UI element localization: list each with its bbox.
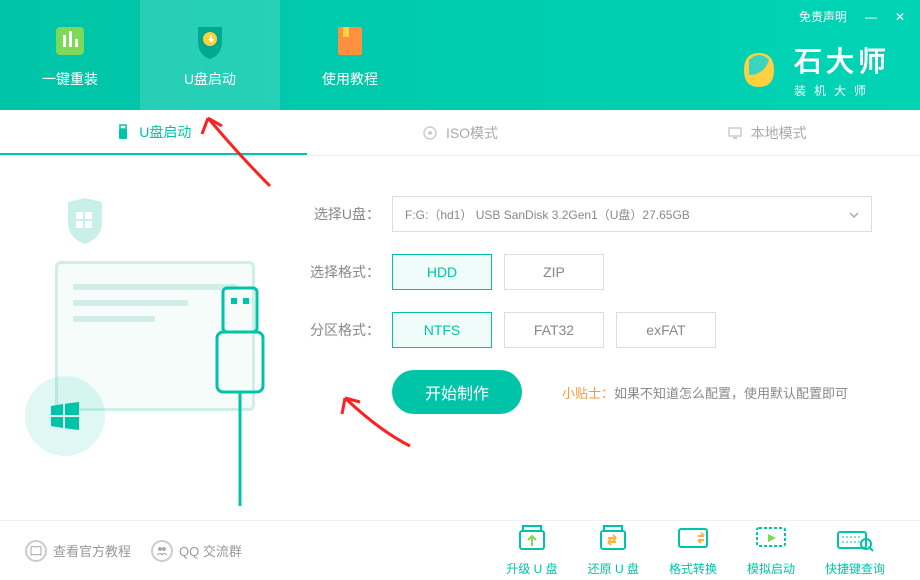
nav-tab-reinstall[interactable]: 一键重装: [0, 0, 140, 110]
label-partition-format: 分区格式：: [310, 320, 380, 340]
convert-icon: [674, 524, 712, 554]
tip-label: 小贴士：: [562, 386, 614, 401]
start-create-button[interactable]: 开始制作: [392, 370, 522, 414]
keyboard-search-icon: [836, 524, 874, 554]
subtab-label: ISO模式: [446, 123, 498, 143]
tool-restore-usb[interactable]: 还原 U 盘: [588, 524, 639, 577]
nav-label: U盘启动: [184, 69, 236, 89]
upgrade-usb-icon: [513, 524, 551, 554]
subtab-label: 本地模式: [751, 123, 807, 143]
main-nav: 一键重装 U盘启动 使用教程: [0, 0, 420, 110]
label-select-format: 选择格式：: [310, 262, 380, 282]
iso-icon: [422, 125, 438, 141]
nav-label: 使用教程: [322, 69, 378, 89]
subtab-local-mode[interactable]: 本地模式: [613, 110, 920, 155]
subtab-usb-boot[interactable]: U盘启动: [0, 110, 307, 155]
tool-format-convert[interactable]: 格式转换: [669, 524, 717, 577]
logo-title: 石大师: [794, 40, 890, 80]
disclaimer-link[interactable]: 免责声明: [799, 8, 847, 25]
subtab-iso-mode[interactable]: ISO模式: [307, 110, 614, 155]
tool-label: 还原 U 盘: [588, 560, 639, 577]
book-icon: [330, 21, 370, 61]
nav-tab-tutorial[interactable]: 使用教程: [280, 0, 420, 110]
footer-link-label: QQ 交流群: [179, 541, 242, 560]
footer-link-label: 查看官方教程: [53, 541, 131, 560]
tool-upgrade-usb[interactable]: 升级 U 盘: [506, 524, 557, 577]
simulate-icon: [752, 524, 790, 554]
minimize-button[interactable]: —: [865, 10, 877, 24]
footer: 查看官方教程 QQ 交流群 升级 U 盘 还原 U 盘 格式转换: [0, 520, 920, 580]
logo-icon: [734, 45, 784, 95]
tool-label: 快捷键查询: [825, 560, 885, 577]
tool-label: 模拟启动: [747, 560, 795, 577]
usb-shield-icon: [190, 21, 230, 61]
usb-select-value: F:G:（hd1） USB SanDisk 3.2Gen1（U盘）27.65GB: [405, 206, 690, 223]
official-tutorial-link[interactable]: 查看官方教程: [25, 540, 131, 562]
usb-select[interactable]: F:G:（hd1） USB SanDisk 3.2Gen1（U盘）27.65GB: [392, 196, 872, 232]
people-icon: [151, 540, 173, 562]
usb-icon: [115, 124, 131, 140]
subtab-label: U盘启动: [139, 122, 191, 142]
qq-group-link[interactable]: QQ 交流群: [151, 540, 242, 562]
tool-label: 格式转换: [669, 560, 717, 577]
nav-tab-usb-boot[interactable]: U盘启动: [140, 0, 280, 110]
main-content: 选择U盘： F:G:（hd1） USB SanDisk 3.2Gen1（U盘）2…: [0, 156, 920, 520]
tool-label: 升级 U 盘: [506, 560, 557, 577]
format-zip-button[interactable]: ZIP: [504, 254, 604, 290]
chevron-down-icon: [849, 207, 859, 221]
monitor-icon: [727, 125, 743, 141]
usb-illustration: [25, 186, 285, 476]
tip-text: 小贴士：如果不知道怎么配置，使用默认配置即可: [562, 383, 848, 402]
nav-label: 一键重装: [42, 69, 98, 89]
format-hdd-button[interactable]: HDD: [392, 254, 492, 290]
tool-shortcut-lookup[interactable]: 快捷键查询: [825, 524, 885, 577]
fs-fat32-button[interactable]: FAT32: [504, 312, 604, 348]
windows-circle-icon: [25, 376, 105, 456]
windows-badge-icon: [60, 196, 110, 246]
label-select-usb: 选择U盘：: [310, 204, 380, 224]
titlebar: 免责声明 — ✕: [799, 8, 905, 25]
sub-tabs: U盘启动 ISO模式 本地模式: [0, 110, 920, 156]
restore-usb-icon: [594, 524, 632, 554]
usb-cable-icon: [205, 286, 275, 506]
settings-form: 选择U盘： F:G:（hd1） USB SanDisk 3.2Gen1（U盘）2…: [310, 196, 890, 414]
logo-subtitle: 装机大师: [794, 82, 890, 99]
app-header: 免责声明 — ✕ 一键重装 U盘启动 使用教程 石大: [0, 0, 920, 110]
fs-exfat-button[interactable]: exFAT: [616, 312, 716, 348]
fs-ntfs-button[interactable]: NTFS: [392, 312, 492, 348]
book-open-icon: [25, 540, 47, 562]
tool-simulate-boot[interactable]: 模拟启动: [747, 524, 795, 577]
reinstall-icon: [50, 21, 90, 61]
close-button[interactable]: ✕: [895, 10, 905, 24]
app-logo: 石大师 装机大师: [734, 40, 890, 99]
